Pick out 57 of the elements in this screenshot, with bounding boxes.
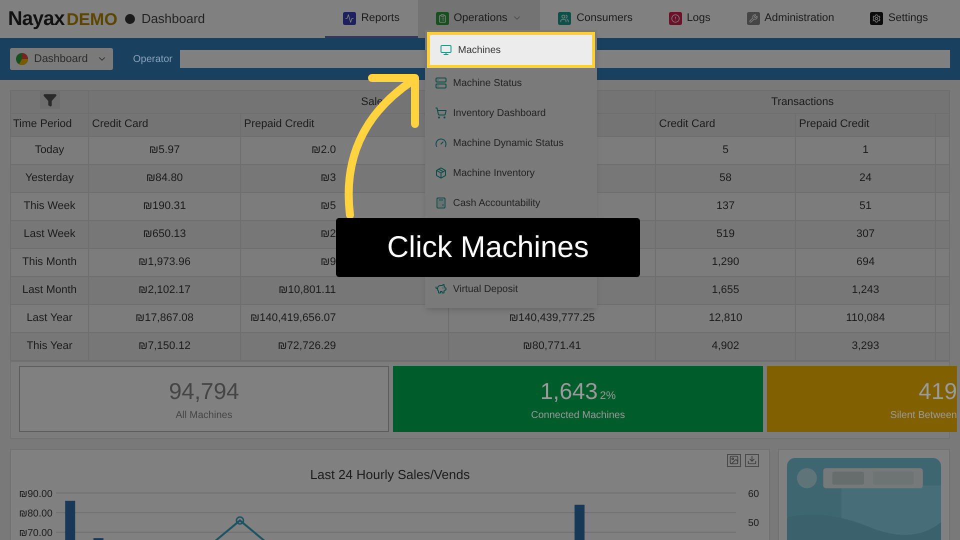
column-header: Credit Card xyxy=(656,113,796,136)
table-cell: ₪84.80 xyxy=(88,164,240,192)
table-cell: 5 xyxy=(656,136,796,164)
table-cell: This Month xyxy=(10,248,88,276)
y-axis-label: ₪70.00 xyxy=(19,528,53,539)
operator-label: Operator xyxy=(133,52,172,66)
table-cell: 307 xyxy=(796,220,936,248)
table-cell: 24 xyxy=(796,164,936,192)
table-cell: 58 xyxy=(656,164,796,192)
table-cell: 12,810 xyxy=(656,304,796,332)
table-cell: ₪17,867.08 xyxy=(88,304,240,332)
table-cell: ₪7,150.12 xyxy=(88,332,240,360)
table-cell: 519 xyxy=(656,220,796,248)
kpi-label: Connected Machines xyxy=(531,409,625,424)
table-cell: Yesterday xyxy=(10,164,88,192)
tutorial-label: Click Machines xyxy=(336,218,640,277)
column-header: Credit Card xyxy=(88,113,240,136)
table-cell: 1,243 xyxy=(796,276,936,304)
table-cell: Last Year xyxy=(10,304,88,332)
kpi-value: 1,643 xyxy=(540,376,598,406)
table-cell: 694 xyxy=(796,248,936,276)
table-cell: ₪72,726.29 xyxy=(240,332,448,360)
column-group-header: Transactions xyxy=(771,96,834,108)
kpi-value: 94,794 xyxy=(168,376,240,406)
table-cell: 137 xyxy=(656,192,796,220)
table-cell: Last Week xyxy=(10,220,88,248)
kpi-label: Silent Between xyxy=(890,409,957,424)
table-cell: ₪1,973.96 xyxy=(88,248,240,276)
column-header: Time Period xyxy=(10,113,88,136)
brand-logo: Nayax xyxy=(8,7,64,32)
y-axis-label: ₪80.00 xyxy=(19,508,53,520)
table-cell: ₪650.13 xyxy=(88,220,240,248)
kpi-percent: 2% xyxy=(600,388,616,404)
table-cell: 51 xyxy=(796,192,936,220)
table-cell: Today xyxy=(10,136,88,164)
table-cell: 1,655 xyxy=(656,276,796,304)
y-axis-label: 60 xyxy=(748,488,760,500)
table-cell: 3,293 xyxy=(796,332,936,360)
page-title: Dashboard xyxy=(141,10,206,28)
table-cell: ₪80,771.41 xyxy=(448,332,656,360)
table-cell: 110,084 xyxy=(796,304,936,332)
table-cell: 1,290 xyxy=(656,248,796,276)
y-axis-label: ₪90.00 xyxy=(19,488,53,500)
brand-suffix: DEMO xyxy=(66,9,118,31)
table-cell: 1 xyxy=(796,136,936,164)
table-cell: This Year xyxy=(10,332,88,360)
table-cell: Last Month xyxy=(10,276,88,304)
y-axis-label: 50 xyxy=(748,518,760,528)
kpi-value: 419 xyxy=(918,376,957,406)
table-cell: ₪190.31 xyxy=(88,192,240,220)
table-cell: ₪2,102.17 xyxy=(88,276,240,304)
column-header: Prepaid Credit xyxy=(796,113,936,136)
kpi-label: All Machines xyxy=(176,409,232,424)
chart-title: Last 24 Hourly Sales/Vends xyxy=(309,466,471,484)
table-cell: This Week xyxy=(10,192,88,220)
table-cell: 4,902 xyxy=(656,332,796,360)
table-cell: ₪5.97 xyxy=(88,136,240,164)
